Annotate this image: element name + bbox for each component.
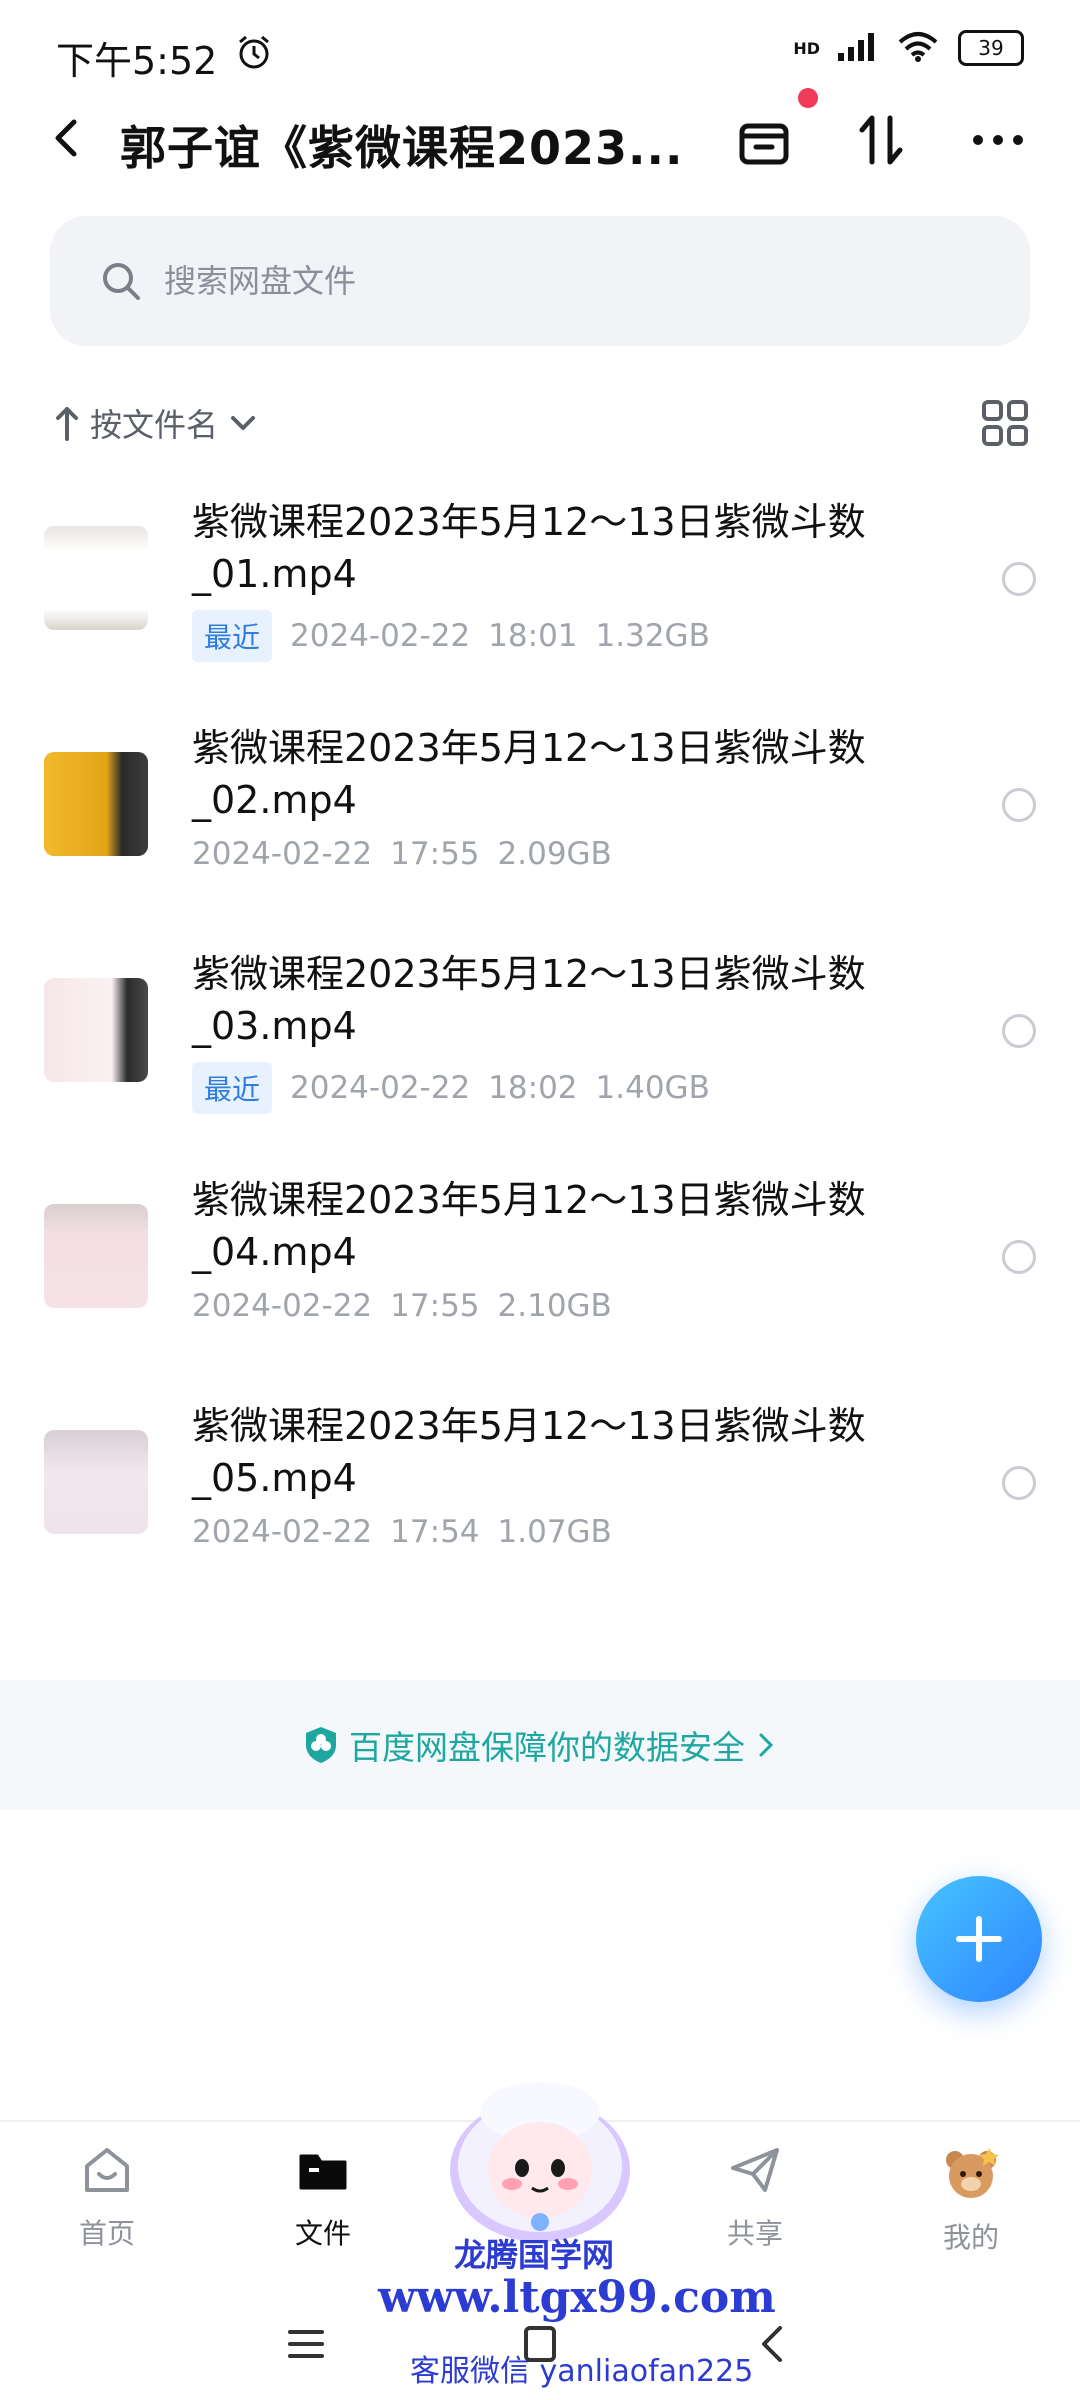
nav-home-label: 首页 [78,2217,135,2250]
file-meta: 2024-02-22 17:55 2.09GB [192,836,612,872]
file-size: 1.07GB [497,1514,612,1550]
file-date: 2024-02-22 [290,1070,471,1106]
file-name: 紫微课程2023年5月12～13日紫微斗数_02.mp4 [192,726,866,822]
recents-icon[interactable] [282,2320,330,2368]
recent-badge: 最近 [192,1062,273,1114]
file-size: 2.09GB [497,836,612,872]
watermark-title: 龙腾国学网 [454,2236,615,2274]
file-name: 紫微课程2023年5月12～13日紫微斗数_03.mp4 [192,952,866,1048]
file-meta: 2024-02-22 17:55 2.10GB [192,1288,612,1324]
file-time: 18:01 [488,618,578,654]
grid-icon [982,400,1028,446]
grid-view-button[interactable] [982,400,1028,446]
mascot-image [440,2070,640,2250]
signal-icon [838,31,878,65]
wifi-icon [896,30,940,66]
file-time: 18:02 [488,1070,578,1106]
file-date: 2024-02-22 [192,836,373,872]
chevron-right-icon [759,1733,774,1757]
file-meta: 最近 2024-02-22 18:02 1.40GB [192,1062,710,1114]
nav-me-label: 我的 [942,2221,999,2254]
file-name: 紫微课程2023年5月12～13日紫微斗数_04.mp4 [192,1178,866,1274]
chevron-down-icon [231,416,256,430]
back-nav-icon[interactable] [748,2320,796,2368]
sort-selector[interactable]: 按文件名 [54,400,258,446]
search-icon [103,263,140,300]
nav-share[interactable]: 共享 [680,2142,830,2252]
select-radio[interactable] [1002,788,1036,822]
home-icon [85,2148,129,2192]
select-radio[interactable] [1002,1466,1036,1500]
nav-share-label: 共享 [726,2217,783,2250]
send-icon [731,2148,779,2192]
nav-files[interactable]: 文件 [248,2142,398,2252]
file-size: 1.32GB [595,618,710,654]
network-type: HD [793,38,820,58]
file-meta: 最近 2024-02-22 18:01 1.32GB [192,610,710,662]
file-row[interactable]: 紫微课程2023年5月12～13日紫微斗数_01.mp4 最近 2024-02-… [0,476,1080,702]
search-bar[interactable] [50,216,1030,346]
file-date: 2024-02-22 [192,1514,373,1550]
video-thumbnail [44,752,148,856]
file-size: 2.10GB [497,1288,612,1324]
video-thumbnail [44,1430,148,1534]
file-time: 17:54 [390,1514,480,1550]
file-date: 2024-02-22 [192,1288,373,1324]
file-row[interactable]: 紫微课程2023年5月12～13日紫微斗数_04.mp4 2024-02-22 … [0,1154,1080,1380]
nav-me[interactable]: 我的 [896,2142,1046,2256]
file-meta: 2024-02-22 17:54 1.07GB [192,1514,612,1550]
file-row[interactable]: 紫微课程2023年5月12～13日紫微斗数_02.mp4 2024-02-22 … [0,702,1080,928]
file-date: 2024-02-22 [290,618,471,654]
shield-icon [306,1727,336,1763]
status-icons: HD 39 [793,30,1024,66]
banner-text: 百度网盘保障你的数据安全 [349,1728,745,1767]
select-radio[interactable] [1002,1014,1036,1048]
video-thumbnail [44,526,148,630]
file-row[interactable]: 紫微课程2023年5月12～13日紫微斗数_05.mp4 2024-02-22 … [0,1380,1080,1606]
file-time: 17:55 [390,836,480,872]
video-thumbnail [44,1204,148,1308]
plus-icon [956,1916,1002,1962]
security-banner[interactable]: 百度网盘保障你的数据安全 [0,1680,1080,1810]
system-nav [0,2300,1080,2400]
file-time: 17:55 [390,1288,480,1324]
search-input[interactable] [162,261,866,301]
sort-label: 按文件名 [90,406,219,444]
arrow-up-icon [56,407,78,441]
recent-badge: 最近 [192,610,273,662]
alarm-icon [236,34,272,74]
nav-files-label: 文件 [294,2217,351,2250]
sort-order-button[interactable] [852,110,912,170]
battery-icon: 39 [958,30,1024,66]
file-row[interactable]: 紫微课程2023年5月12～13日紫微斗数_03.mp4 最近 2024-02-… [0,928,1080,1154]
transfer-box-button[interactable] [734,110,794,170]
nav-home[interactable]: 首页 [32,2142,182,2252]
bear-avatar-icon [946,2148,999,2198]
file-size: 1.40GB [595,1070,710,1106]
page-title: 郭子谊《紫微课程2023... [120,121,684,175]
folder-icon [299,2154,347,2190]
notification-badge [798,88,818,108]
video-thumbnail [44,978,148,1082]
select-radio[interactable] [1002,1240,1036,1274]
status-time: 下午5:52 [56,39,218,83]
add-button[interactable] [916,1876,1042,2002]
file-name: 紫微课程2023年5月12～13日紫微斗数_01.mp4 [192,500,866,596]
select-radio[interactable] [1002,562,1036,596]
file-name: 紫微课程2023年5月12～13日紫微斗数_05.mp4 [192,1404,866,1500]
back-button[interactable] [42,112,94,164]
more-menu-button[interactable] [968,110,1028,170]
home-button-icon[interactable] [516,2320,564,2368]
